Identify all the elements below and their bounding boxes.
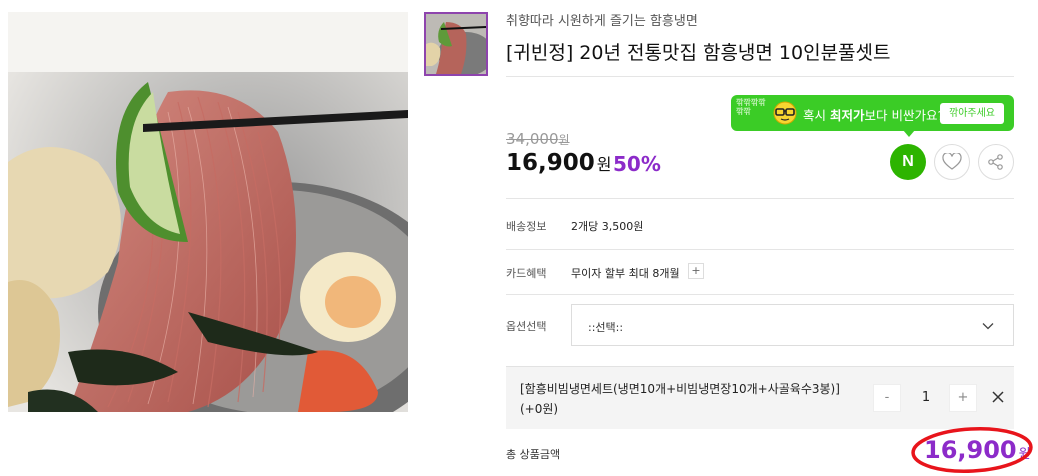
promo-text-suffix: 보다 비싼가요?: [864, 108, 945, 123]
glasses-face-icon: [772, 101, 798, 125]
wishlist-button[interactable]: [934, 144, 970, 180]
shipping-value: 2개당 3,500원: [571, 220, 644, 233]
sale-price: 16,900 원: [506, 150, 612, 176]
heart-icon: [942, 153, 962, 170]
highlight-circle: [911, 427, 1033, 473]
promo-text: 혹시 최저가보다 비싼가요?: [803, 105, 944, 124]
promo-text-prefix: 혹시: [803, 108, 830, 123]
share-icon: [988, 154, 1003, 170]
option-label: 옵션선택: [506, 320, 547, 333]
original-price-value: 34,000: [506, 130, 559, 148]
divider: [506, 198, 1014, 199]
product-main-image: [8, 12, 408, 412]
quantity-value[interactable]: 1: [910, 390, 942, 405]
quantity-decrease-button[interactable]: -: [873, 384, 901, 412]
product-thumbnail[interactable]: [424, 12, 488, 76]
divider: [506, 76, 1014, 77]
product-title: [귀빈정] 20년 전통맛집 함흥냉면 10인분풀셋트: [506, 42, 891, 64]
promo-logo: 깎깎깎깎깎깎: [736, 98, 766, 128]
sale-price-value: 16,900: [506, 150, 595, 176]
total-label: 총 상품금액: [506, 448, 561, 461]
promo-logo-text: 깎깎깎깎깎깎: [736, 98, 766, 116]
shipping-label: 배송정보: [506, 220, 547, 233]
divider: [506, 249, 1014, 250]
chevron-down-icon: [982, 323, 994, 330]
promo-text-bold: 최저가: [829, 108, 865, 123]
naver-pay-button[interactable]: N: [890, 144, 926, 180]
naver-pay-label: N: [902, 153, 914, 170]
discount-rate: 50%: [613, 152, 661, 176]
card-benefit-value: 무이자 할부 최대 8개월: [571, 267, 680, 280]
divider: [506, 294, 1014, 295]
share-button[interactable]: [978, 144, 1014, 180]
original-price-unit: 원: [558, 133, 570, 147]
sale-price-unit: 원: [596, 155, 612, 174]
request-discount-button[interactable]: 깎아주세요: [940, 103, 1004, 124]
card-benefit-label: 카드혜택: [506, 267, 547, 280]
card-benefit-more-button[interactable]: +: [688, 263, 704, 279]
option-select[interactable]: ::선택::: [571, 304, 1014, 346]
quantity-increase-button[interactable]: +: [949, 384, 977, 412]
close-icon[interactable]: [990, 389, 1006, 405]
selected-option-name: [함흥비빔냉면세트(냉면10개+비빔냉면장10개+사골육수3봉)] (+0원): [520, 382, 840, 416]
promo-pointer: [903, 130, 915, 137]
option-select-value: ::선택::: [588, 321, 624, 334]
product-subtitle: 취향따라 시원하게 즐기는 함흥냉면: [506, 14, 698, 29]
original-price: 34,000원: [506, 130, 570, 148]
selected-option-row: [함흥비빔냉면세트(냉면10개+비빔냉면장10개+사골육수3봉)] (+0원) …: [506, 366, 1014, 429]
